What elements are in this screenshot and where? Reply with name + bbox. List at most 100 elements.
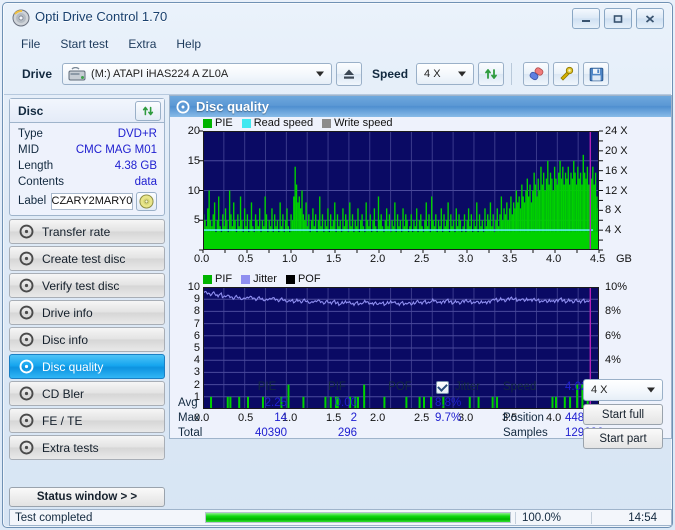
- start-part-button[interactable]: Start part: [583, 428, 663, 449]
- axis-tick-label: 4 X: [605, 224, 622, 237]
- speed-select[interactable]: 4 X: [416, 63, 475, 85]
- stats-pie-max: 14: [274, 412, 287, 424]
- erase-button[interactable]: [523, 62, 550, 86]
- disc-label-button[interactable]: [136, 191, 157, 211]
- disc-label-input[interactable]: CZARY2MARY0: [50, 192, 134, 210]
- progress-percent: 100.0%: [515, 511, 591, 524]
- disc-panel-title: Disc: [18, 103, 44, 118]
- disc-panel-header: Disc: [10, 99, 164, 123]
- axis-tick-label: 2.5: [414, 253, 430, 265]
- start-full-button[interactable]: Start full: [583, 404, 663, 425]
- stats-area: PIE PIF POF Jitter Avg Max Total 2.25 14…: [170, 378, 671, 449]
- axis-tick-label: 0.5: [238, 253, 254, 265]
- axis-tick-label: 7: [193, 317, 200, 330]
- test-speed-select[interactable]: 4 X: [583, 379, 663, 401]
- disc-label-caption: Label: [18, 195, 47, 207]
- drive-select[interactable]: (M:) ATAPI iHAS224 A ZL0A: [62, 63, 333, 85]
- chevron-down-icon: [647, 387, 655, 393]
- axis-tick-label: 24 X: [605, 125, 628, 137]
- sidebar-label: CD Bler: [42, 386, 85, 401]
- disc-refresh-button[interactable]: [135, 101, 161, 121]
- axis-tick-label: 3.0: [458, 253, 474, 265]
- legend-read-speed: Read speed: [241, 117, 313, 129]
- legend-jitter: Jitter: [241, 273, 277, 285]
- disc-length-value: 4.38 GB: [114, 160, 157, 172]
- disc-length-label: Length: [18, 160, 54, 172]
- disc-quality-panel: Disc quality PIE Read speed Write speed: [169, 95, 672, 449]
- axis-tick-label: 6: [193, 329, 200, 342]
- sidebar-item-fe-te[interactable]: FE / TE: [9, 408, 165, 433]
- sidebar-label: Create test disc: [42, 251, 126, 266]
- maximize-button[interactable]: [604, 8, 632, 29]
- sidebar-item-transfer-rate[interactable]: Transfer rate: [9, 219, 165, 244]
- sidebar-label: Disc quality: [42, 359, 104, 374]
- axis-tick-label: GB: [616, 253, 632, 265]
- test-speed-value: 4 X: [591, 384, 608, 396]
- axis-tick-label: 16 X: [605, 164, 628, 177]
- toolbar-separator: [511, 63, 513, 85]
- disc-info-rows: Type DVD+R MID CMC MAG M01 Length 4.38 G…: [10, 123, 164, 211]
- sidebar-item-create-test-disc[interactable]: Create test disc: [9, 246, 165, 271]
- axis-tick-label: 5: [193, 214, 200, 227]
- refresh-button[interactable]: [478, 62, 505, 86]
- minimize-button[interactable]: [572, 8, 600, 29]
- menu-help[interactable]: Help: [167, 35, 210, 53]
- sidebar-item-disc-quality[interactable]: Disc quality: [9, 354, 165, 379]
- close-button[interactable]: [636, 8, 664, 29]
- window-frame: Opti Drive Control 1.70 File Start test …: [2, 2, 673, 528]
- speed-label: Speed: [372, 67, 409, 81]
- stats-pif-avg: 0.00: [334, 397, 357, 409]
- disc-row-label: Label CZARY2MARY0: [18, 191, 157, 211]
- sidebar-label: FE / TE: [42, 413, 83, 428]
- axis-tick-label: 4.5: [590, 253, 606, 265]
- tools-button[interactable]: [553, 62, 580, 86]
- drive-icon: [68, 66, 86, 83]
- disc-info-panel: Disc Type DVD+R MID CMC MAG M01 Length 4…: [9, 98, 165, 216]
- axis-tick-label: 1.0: [282, 253, 298, 265]
- axis-tick-label: 0.0: [194, 253, 210, 265]
- menu-extra[interactable]: Extra: [119, 35, 165, 53]
- jitter-checkbox[interactable]: [436, 381, 449, 394]
- axis-tick-label: 12 X: [605, 184, 628, 197]
- sidebar-item-cd-bler[interactable]: CD Bler: [9, 381, 165, 406]
- sidebar-item-disc-info[interactable]: Disc info: [9, 327, 165, 352]
- axis-tick-label: 20: [187, 125, 200, 137]
- legend-swatch: [241, 118, 251, 128]
- sidebar-item-extra-tests[interactable]: Extra tests: [9, 435, 165, 460]
- speed-stat-label: Speed: [503, 381, 537, 393]
- legend-label: Jitter: [253, 273, 277, 285]
- sidebar-item-drive-info[interactable]: Drive info: [9, 300, 165, 325]
- stats-pie-total: 40390: [255, 427, 287, 439]
- legend-pof: POF: [285, 273, 321, 285]
- disc-icon: [15, 359, 37, 374]
- drive-label: Drive: [22, 67, 53, 81]
- pie-plot-area: [203, 131, 599, 250]
- samples-stat-label: Samples: [503, 427, 548, 439]
- window-title: Opti Drive Control 1.70: [35, 9, 168, 24]
- save-button[interactable]: [583, 62, 610, 86]
- legend-pie: PIE: [203, 117, 233, 129]
- eject-button[interactable]: [336, 62, 363, 86]
- stats-pif-max: 2: [350, 412, 357, 424]
- disc-mid-value: CMC MAG M01: [75, 144, 157, 156]
- axis-tick-label: 6%: [605, 329, 621, 342]
- menu-start-test[interactable]: Start test: [51, 35, 117, 53]
- app-root: Opti Drive Control 1.70 File Start test …: [0, 0, 675, 530]
- disc-type-label: Type: [18, 128, 43, 140]
- axis-tick-label: 4: [193, 354, 200, 367]
- disc-row-length: Length 4.38 GB: [18, 158, 157, 174]
- legend-swatch: [203, 118, 212, 128]
- axis-tick-label: 8%: [605, 305, 621, 318]
- axis-tick-label: 20 X: [605, 144, 628, 157]
- status-window-button[interactable]: Status window > >: [9, 487, 165, 507]
- axis-tick-label: 3: [193, 366, 200, 379]
- menu-file[interactable]: File: [12, 35, 49, 53]
- chevron-down-icon: [316, 71, 325, 77]
- stats-jitter-max: 9.7%: [435, 412, 462, 424]
- disc-contents-value: data: [134, 176, 157, 188]
- title-bar: Opti Drive Control 1.70: [3, 3, 672, 33]
- sidebar-item-verify-test-disc[interactable]: Verify test disc: [9, 273, 165, 298]
- disc-row-type: Type DVD+R: [18, 126, 157, 142]
- axis-tick-label: 5: [193, 342, 200, 354]
- disc-icon: [176, 100, 190, 114]
